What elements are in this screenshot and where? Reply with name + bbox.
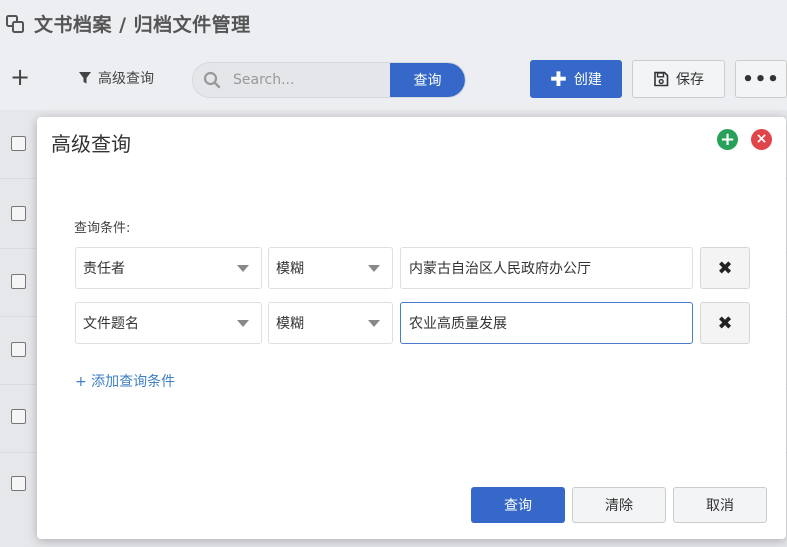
select-all-checkbox[interactable]	[11, 136, 26, 151]
toolbar: + 高级查询 查询 ✚ 创建	[0, 60, 787, 100]
floppy-disk-icon	[654, 71, 669, 87]
field-select[interactable]: 文件题名	[75, 302, 262, 344]
condition-label: 查询条件:	[74, 221, 131, 236]
more-options-button[interactable]: •••	[735, 60, 787, 98]
top-bar: 文书档案 / 归档文件管理 + 高级查询 查询 ✚ 创建	[0, 0, 787, 110]
row-checkbox[interactable]	[11, 274, 26, 289]
value-input[interactable]: 农业高质量发展	[400, 302, 693, 344]
add-record-button[interactable]: +	[8, 65, 32, 90]
field-select-value: 文件题名	[83, 316, 139, 332]
search-input[interactable]	[233, 72, 393, 88]
chevron-down-icon	[237, 320, 249, 327]
close-circle-icon[interactable]: ×	[751, 129, 772, 150]
filter-icon	[79, 72, 91, 84]
row-checkbox[interactable]	[11, 409, 26, 424]
row-checkbox[interactable]	[11, 342, 26, 357]
advanced-query-button[interactable]: 高级查询	[78, 68, 154, 88]
row-checkbox[interactable]	[11, 476, 26, 491]
swap-icon	[4, 13, 26, 35]
save-label: 保存	[676, 72, 704, 88]
operator-select-value: 模糊	[276, 261, 304, 277]
title-row: 文书档案 / 归档文件管理	[0, 10, 251, 37]
search-box: 查询	[192, 62, 466, 98]
plus-icon: ✚	[550, 67, 567, 91]
add-circle-icon[interactable]: +	[717, 129, 738, 150]
create-button[interactable]: ✚ 创建	[530, 60, 622, 98]
chevron-down-icon	[368, 265, 380, 272]
field-select[interactable]: 责任者	[75, 247, 262, 289]
clear-button[interactable]: 清除	[572, 487, 666, 523]
operator-select-value: 模糊	[276, 316, 304, 332]
chevron-down-icon	[237, 265, 249, 272]
delete-condition-button[interactable]: ✖	[700, 247, 750, 289]
operator-select[interactable]: 模糊	[268, 302, 393, 344]
value-input[interactable]: 内蒙古自治区人民政府办公厅	[400, 247, 693, 289]
cancel-button[interactable]: 取消	[673, 487, 767, 523]
delete-condition-button[interactable]: ✖	[700, 302, 750, 344]
add-condition-link[interactable]: + 添加查询条件	[75, 371, 175, 391]
advanced-query-label: 高级查询	[98, 71, 154, 87]
field-select-value: 责任者	[83, 261, 125, 277]
dialog-title: 高级查询	[51, 132, 131, 156]
chevron-down-icon	[368, 320, 380, 327]
create-label: 创建	[573, 72, 602, 88]
query-button[interactable]: 查询	[471, 487, 565, 523]
page-title: 文书档案 / 归档文件管理	[34, 14, 251, 36]
search-button[interactable]: 查询	[390, 63, 465, 97]
search-icon	[203, 71, 233, 89]
operator-select[interactable]: 模糊	[268, 247, 393, 289]
row-checkbox[interactable]	[11, 206, 26, 221]
save-button[interactable]: 保存	[632, 60, 725, 98]
advanced-query-dialog: 高级查询 + × 查询条件: 责任者 模糊 内蒙古自治区人民政府办公厅 ✖ 文件…	[37, 117, 786, 539]
